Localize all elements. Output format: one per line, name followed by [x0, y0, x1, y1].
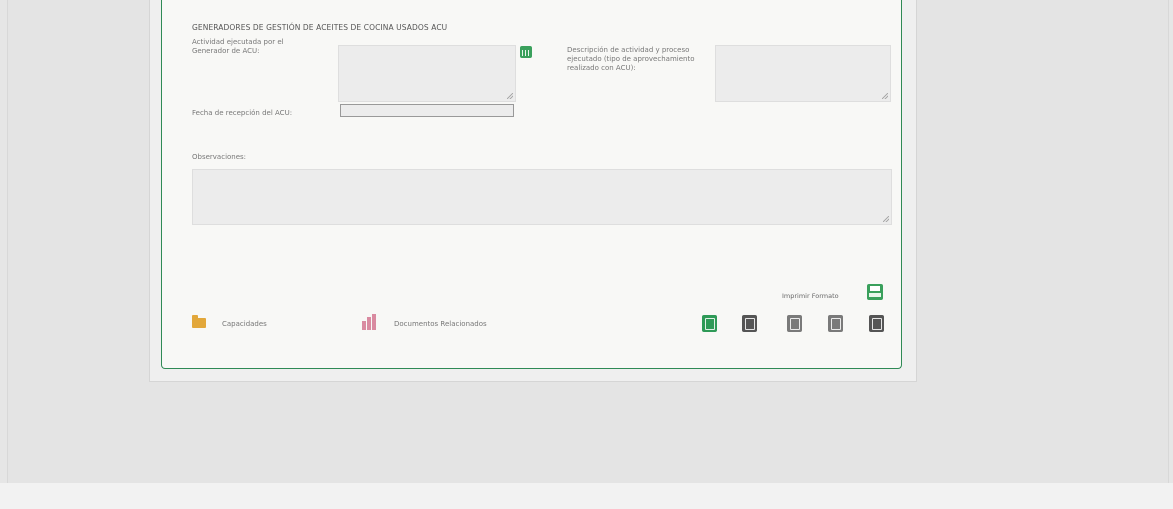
delete-icon[interactable]	[742, 315, 757, 332]
new-record-icon[interactable]	[702, 315, 717, 332]
fecha-label: Fecha de recepción del ACU:	[192, 109, 293, 117]
actividad-label: Actividad ejecutada por el Generador de …	[192, 38, 284, 55]
folder-icon[interactable]	[192, 315, 206, 328]
fecha-input[interactable]	[340, 104, 514, 117]
documentos-relacionados-link[interactable]: Documentos Relacionados	[394, 320, 487, 328]
observaciones-textarea[interactable]	[192, 169, 892, 225]
resize-grip-icon[interactable]	[882, 93, 888, 99]
descripcion-label: Descripción de actividad y proceso ejecu…	[567, 46, 695, 72]
capacidades-link[interactable]: Capacidades	[222, 320, 267, 328]
actividad-textarea[interactable]	[338, 45, 516, 102]
edit-icon[interactable]	[787, 315, 802, 332]
documents-icon[interactable]	[362, 314, 380, 330]
section-title: GENERADORES DE GESTIÓN DE ACEITES DE COC…	[192, 23, 448, 32]
save-icon[interactable]	[828, 315, 843, 332]
bottom-bar	[0, 483, 1173, 509]
acu-form-panel: GENERADORES DE GESTIÓN DE ACEITES DE COC…	[161, 0, 902, 369]
observaciones-label: Observaciones:	[192, 153, 247, 161]
printer-icon[interactable]	[867, 284, 883, 300]
resize-grip-icon[interactable]	[883, 216, 889, 222]
print-format-label[interactable]: Imprimir Formato	[782, 292, 839, 300]
resize-grip-icon[interactable]	[507, 93, 513, 99]
descripcion-textarea[interactable]	[715, 45, 891, 102]
calendar-icon[interactable]	[520, 46, 532, 58]
cancel-icon[interactable]	[869, 315, 884, 332]
